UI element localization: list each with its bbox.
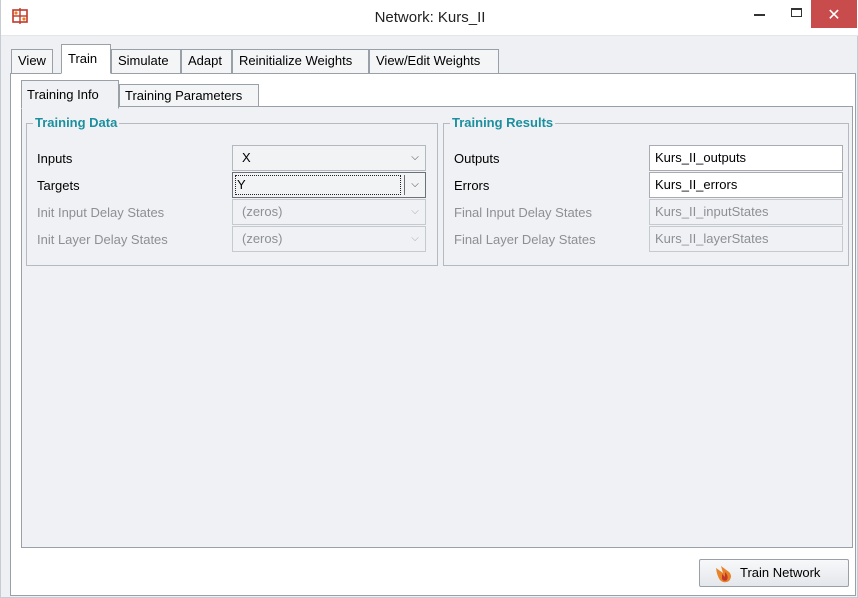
tab-reinitialize-weights[interactable]: Reinitialize Weights	[232, 49, 369, 74]
train-network-button[interactable]: Train Network	[699, 559, 849, 587]
chevron-down-icon: ⌵	[411, 179, 419, 190]
outputs-field[interactable]: Kurs_II_outputs	[649, 145, 843, 171]
init-input-delay-states-select[interactable]: (zeros) ⌵	[232, 199, 426, 225]
targets-label: Targets	[37, 178, 80, 193]
final-input-delay-states-label: Final Input Delay States	[454, 205, 593, 220]
init-layer-delay-states-value: (zeros)	[242, 231, 283, 246]
targets-select[interactable]: Y ⌵	[232, 172, 426, 198]
final-layer-delay-states-field[interactable]: Kurs_II_layerStates	[649, 226, 843, 252]
chevron-down-icon: ⌵	[411, 206, 419, 217]
errors-label: Errors	[454, 178, 490, 193]
tab-training-parameters[interactable]: Training Parameters	[119, 84, 259, 108]
training-info-panel: Training Data Inputs X ⌵ Targets Y ⌵ Ini…	[21, 106, 853, 548]
init-input-delay-states-value: (zeros)	[242, 204, 283, 219]
tab-train[interactable]: Train	[61, 44, 111, 74]
tab-view[interactable]: View	[11, 49, 53, 74]
tab-view-edit-weights[interactable]: View/Edit Weights	[369, 49, 499, 74]
title-bar: Network: Kurs_II ✕	[1, 0, 858, 36]
inputs-select-value: X	[242, 150, 251, 165]
init-layer-delay-states-label: Init Layer Delay States	[37, 232, 168, 247]
window-title: Network: Kurs_II	[374, 9, 486, 26]
training-results-group: Training Results Outputs Kurs_II_outputs…	[443, 115, 849, 266]
errors-field[interactable]: Kurs_II_errors	[649, 172, 843, 198]
maximize-button[interactable]	[782, 0, 812, 28]
chevron-down-icon: ⌵	[411, 233, 419, 244]
inputs-select[interactable]: X ⌵	[232, 145, 426, 171]
final-layer-delay-states-label: Final Layer Delay States	[454, 232, 596, 247]
final-input-delay-states-field[interactable]: Kurs_II_inputStates	[649, 199, 843, 225]
tab-adapt[interactable]: Adapt	[181, 49, 232, 74]
inputs-label: Inputs	[37, 151, 73, 166]
init-layer-delay-states-select[interactable]: (zeros) ⌵	[232, 226, 426, 252]
training-data-group: Training Data Inputs X ⌵ Targets Y ⌵ Ini…	[26, 115, 438, 266]
train-network-label: Train Network	[740, 565, 821, 580]
training-data-title: Training Data	[33, 115, 120, 131]
action-bar: Train Network	[21, 548, 853, 592]
train-flame-icon	[716, 566, 731, 583]
maximize-icon	[791, 8, 802, 17]
outputs-label: Outputs	[454, 151, 500, 166]
tab-simulate[interactable]: Simulate	[111, 49, 181, 74]
chevron-down-icon: ⌵	[411, 152, 419, 163]
training-results-title: Training Results	[450, 115, 556, 131]
init-input-delay-states-label: Init Input Delay States	[37, 205, 165, 220]
close-button[interactable]: ✕	[811, 0, 857, 28]
close-icon: ✕	[827, 7, 841, 24]
targets-select-value: Y	[235, 175, 401, 195]
tab-training-info[interactable]: Training Info	[21, 80, 119, 109]
minimize-icon	[754, 14, 765, 16]
minimize-button[interactable]	[744, 0, 774, 28]
